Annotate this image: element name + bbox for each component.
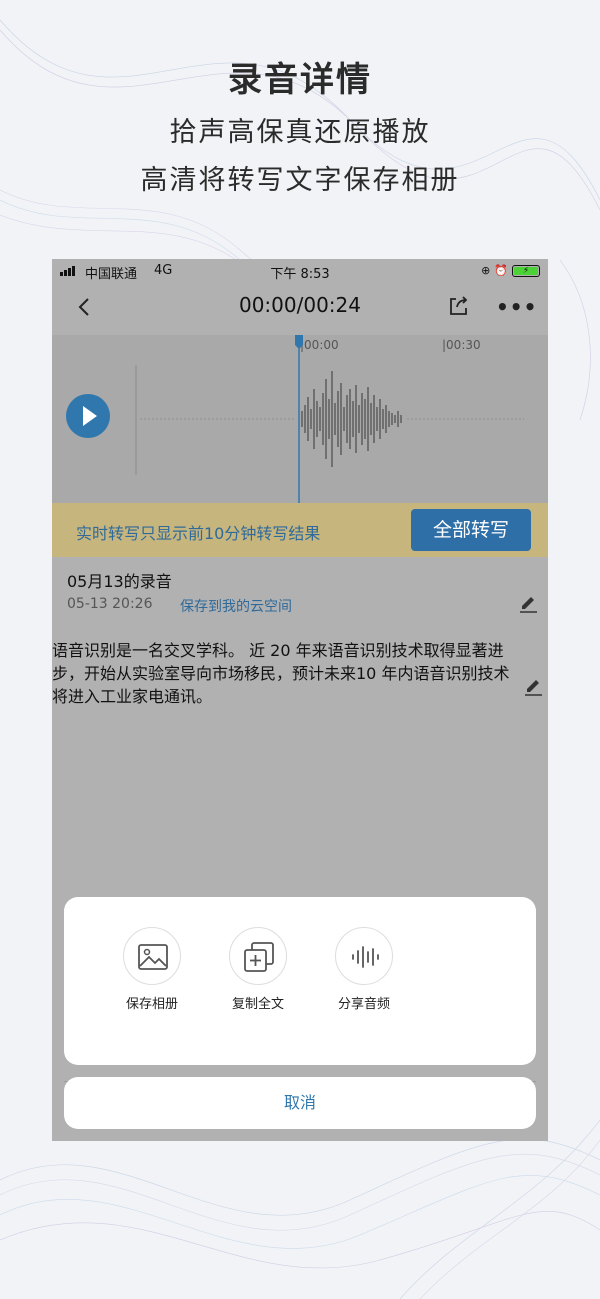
- more-icon[interactable]: •••: [496, 295, 537, 319]
- record-date: 05-13 20:26: [67, 596, 153, 612]
- alarm-icon: ⏰: [494, 264, 508, 277]
- copy-all-label: 复制全文: [231, 997, 284, 1012]
- play-icon: [83, 406, 97, 426]
- playback-time: 00:00/00:24: [238, 293, 361, 317]
- play-button[interactable]: [66, 394, 110, 438]
- status-time: 下午 8:53: [270, 267, 330, 282]
- cancel-button[interactable]: 取消: [64, 1077, 536, 1129]
- promo-subtitle-2: 高清将转写文字保存相册: [140, 165, 460, 196]
- waveform-graphic: [135, 335, 524, 503]
- promo-title: 录音详情: [228, 60, 372, 100]
- status-icons: ⊕ ⏰ ⚡: [481, 264, 540, 277]
- transcript-text: 语音识别是一名交叉学科。 近 20 年来语音识别技术取得显著进步，开始从实验室导…: [52, 641, 510, 706]
- record-title: 05月13的录音: [67, 572, 172, 591]
- notice-text: 实时转写只显示前10分钟转写结果: [76, 524, 321, 543]
- lock-rotation-icon: ⊕: [481, 264, 491, 277]
- share-icon[interactable]: [447, 293, 471, 317]
- notice-bar: 实时转写只显示前10分钟转写结果 全部转写: [52, 503, 548, 557]
- phone-screen: 中国联通 4G 下午 8:53 ⊕ ⏰ ⚡ 00:00/00:24 ••• |0…: [52, 259, 548, 1141]
- battery-icon: ⚡: [512, 264, 540, 277]
- copy-all-action[interactable]: 复制全文: [218, 927, 298, 1012]
- action-sheet: 保存相册 复制全文 分享音频: [64, 897, 536, 1065]
- save-to-cloud-link[interactable]: 保存到我的云空间: [180, 596, 292, 616]
- share-audio-label: 分享音频: [337, 997, 390, 1012]
- save-album-action[interactable]: 保存相册: [112, 927, 192, 1012]
- edit-transcript-icon[interactable]: [522, 674, 544, 696]
- image-icon: [123, 927, 181, 985]
- status-bar: 中国联通 4G 下午 8:53 ⊕ ⏰ ⚡: [52, 259, 548, 283]
- transcribe-all-button[interactable]: 全部转写: [411, 509, 531, 551]
- share-audio-action[interactable]: 分享音频: [324, 927, 404, 1012]
- nav-bar: 00:00/00:24 •••: [52, 283, 548, 335]
- save-album-label: 保存相册: [125, 997, 178, 1012]
- promo-subtitle-1: 拾声高保真还原播放: [169, 117, 431, 148]
- edit-title-icon[interactable]: [517, 591, 539, 613]
- waveform-area[interactable]: |00:00 |00:30: [52, 335, 548, 503]
- copy-icon: [229, 927, 287, 985]
- audio-wave-icon: [335, 927, 393, 985]
